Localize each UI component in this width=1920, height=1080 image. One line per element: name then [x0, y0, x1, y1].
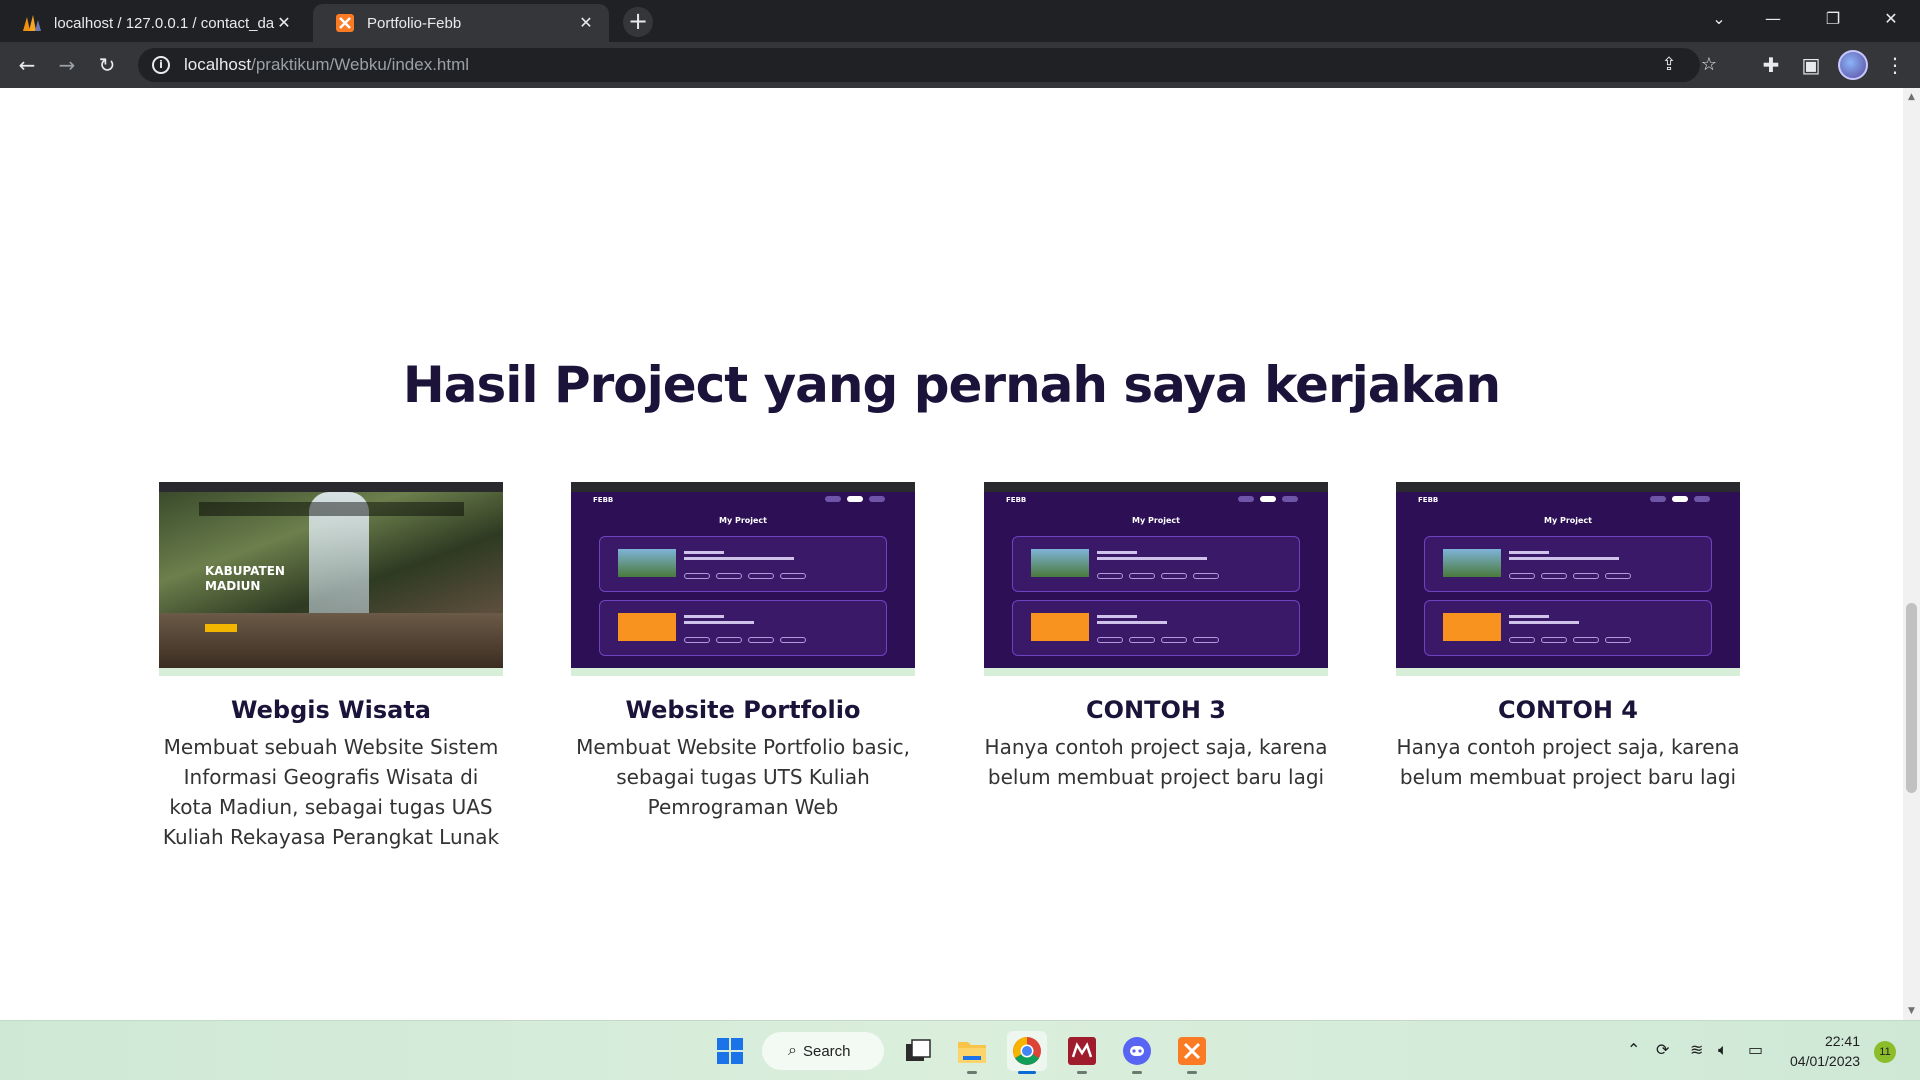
- site-info-icon[interactable]: i: [152, 56, 170, 74]
- close-tab-icon[interactable]: ✕: [577, 14, 595, 32]
- start-windows-icon[interactable]: [710, 1031, 750, 1071]
- sync-icon[interactable]: ⟳: [1656, 1040, 1669, 1059]
- project-name: Webgis Wisata: [231, 696, 431, 724]
- search-icon: ⌕: [788, 1042, 797, 1059]
- scroll-down-icon[interactable]: ▼: [1903, 1004, 1920, 1018]
- xampp-icon[interactable]: [1172, 1031, 1212, 1074]
- address-bar[interactable]: i localhost/praktikum/Webku/index.html ⇪…: [138, 48, 1717, 82]
- tab-strip: localhost / 127.0.0.1 / contact_da ✕ Por…: [0, 0, 1920, 42]
- thumbnail-heading: My Project: [1544, 516, 1592, 525]
- share-icon[interactable]: ⇪: [1658, 54, 1680, 76]
- chevron-up-icon[interactable]: ⌃: [1627, 1040, 1640, 1059]
- back-arrow-icon[interactable]: ←: [12, 50, 42, 80]
- page-viewport: Hasil Project yang pernah saya kerjakan …: [0, 88, 1903, 1020]
- address-toolbar: ← → ↻ i localhost/praktikum/Webku/index.…: [0, 42, 1920, 88]
- notification-badge[interactable]: 11: [1874, 1041, 1896, 1063]
- page-scrollbar[interactable]: ▲ ▼: [1903, 88, 1920, 1020]
- project-thumbnail[interactable]: FEBB My Project: [571, 482, 915, 676]
- volume-icon[interactable]: 🔈︎: [1718, 1040, 1728, 1060]
- menu-kebab-icon[interactable]: ⋮: [1880, 50, 1910, 80]
- project-description: Membuat sebuah Website Sistem Informasi …: [162, 735, 500, 849]
- project-thumbnail[interactable]: FEBB My Project: [984, 482, 1328, 676]
- thumbnail-heading: KABUPATEN MADIUN: [205, 564, 285, 593]
- project-card: KABUPATEN MADIUN Webgis Wisata Membuat s…: [159, 482, 503, 852]
- tab-portfolio[interactable]: Portfolio-Febb ✕: [313, 4, 609, 42]
- url-text: localhost/praktikum/Webku/index.html: [184, 55, 470, 74]
- project-card: FEBB My Project CONTOH 4 Hanya contoh pr…: [1396, 482, 1740, 792]
- minimize-icon[interactable]: —: [1750, 0, 1796, 42]
- restore-icon[interactable]: ❐: [1810, 0, 1856, 42]
- chrome-icon[interactable]: [1007, 1031, 1047, 1074]
- project-description: Hanya contoh project saja, karena belum …: [984, 735, 1328, 789]
- clock-time: 22:41: [1824, 1033, 1860, 1049]
- project-card: FEBB My Project Website Portfolio Membua…: [571, 482, 915, 822]
- reload-icon[interactable]: ↻: [92, 50, 122, 80]
- tab-title: localhost / 127.0.0.1 / contact_da: [54, 14, 275, 32]
- tab-phpmyadmin[interactable]: localhost / 127.0.0.1 / contact_da ✕: [0, 4, 307, 42]
- project-thumbnail[interactable]: FEBB My Project: [1396, 482, 1740, 676]
- project-card: FEBB My Project CONTOH 3 Hanya contoh pr…: [984, 482, 1328, 792]
- task-view-icon[interactable]: [898, 1031, 938, 1071]
- folder-icon[interactable]: [952, 1031, 992, 1074]
- profile-avatar[interactable]: [1838, 50, 1868, 80]
- project-thumbnail[interactable]: KABUPATEN MADIUN: [159, 482, 503, 676]
- project-name: CONTOH 4: [1497, 696, 1638, 724]
- scrollbar-thumb[interactable]: [1906, 603, 1917, 793]
- close-window-icon[interactable]: ✕: [1868, 0, 1914, 42]
- thumbnail-heading: My Project: [719, 516, 767, 525]
- project-name: CONTOH 3: [1085, 696, 1226, 724]
- discord-icon[interactable]: [1117, 1031, 1157, 1074]
- wifi-icon[interactable]: ≋: [1690, 1040, 1703, 1059]
- tab-title: Portfolio-Febb: [367, 14, 462, 32]
- side-panel-icon[interactable]: ▣: [1796, 50, 1826, 80]
- mendeley-icon[interactable]: [1062, 1031, 1102, 1074]
- forward-arrow-icon[interactable]: →: [52, 50, 82, 80]
- windows-taskbar: ⌕ Search ⌃ ⟳ ≋ 🔈︎ ▭ 22:41 04/01/2023 11: [0, 1020, 1920, 1080]
- extensions-puzzle-icon[interactable]: ✚: [1756, 50, 1786, 80]
- bookmark-star-icon[interactable]: ☆: [1698, 54, 1720, 76]
- clock-date: 04/01/2023: [1790, 1053, 1861, 1069]
- new-tab-button[interactable]: +: [623, 7, 653, 37]
- tab-search-chevron-icon[interactable]: ⌄: [1696, 0, 1742, 42]
- project-name: Website Portfolio: [625, 696, 861, 724]
- phpmyadmin-icon: [22, 13, 42, 33]
- taskbar-clock[interactable]: 22:41 04/01/2023: [1790, 1031, 1860, 1071]
- close-tab-icon[interactable]: ✕: [275, 14, 293, 32]
- thumbnail-heading: My Project: [1132, 516, 1180, 525]
- search-label: Search: [802, 1042, 851, 1060]
- xampp-icon: [335, 13, 355, 33]
- project-description: Membuat Website Portfolio basic, sebagai…: [576, 735, 910, 819]
- taskbar-search[interactable]: ⌕ Search: [762, 1032, 884, 1070]
- section-title: Hasil Project yang pernah saya kerjakan: [402, 356, 1501, 414]
- scroll-up-icon[interactable]: ▲: [1903, 90, 1920, 104]
- project-description: Hanya contoh project saja, karena belum …: [1396, 735, 1740, 789]
- battery-icon[interactable]: ▭: [1748, 1040, 1763, 1059]
